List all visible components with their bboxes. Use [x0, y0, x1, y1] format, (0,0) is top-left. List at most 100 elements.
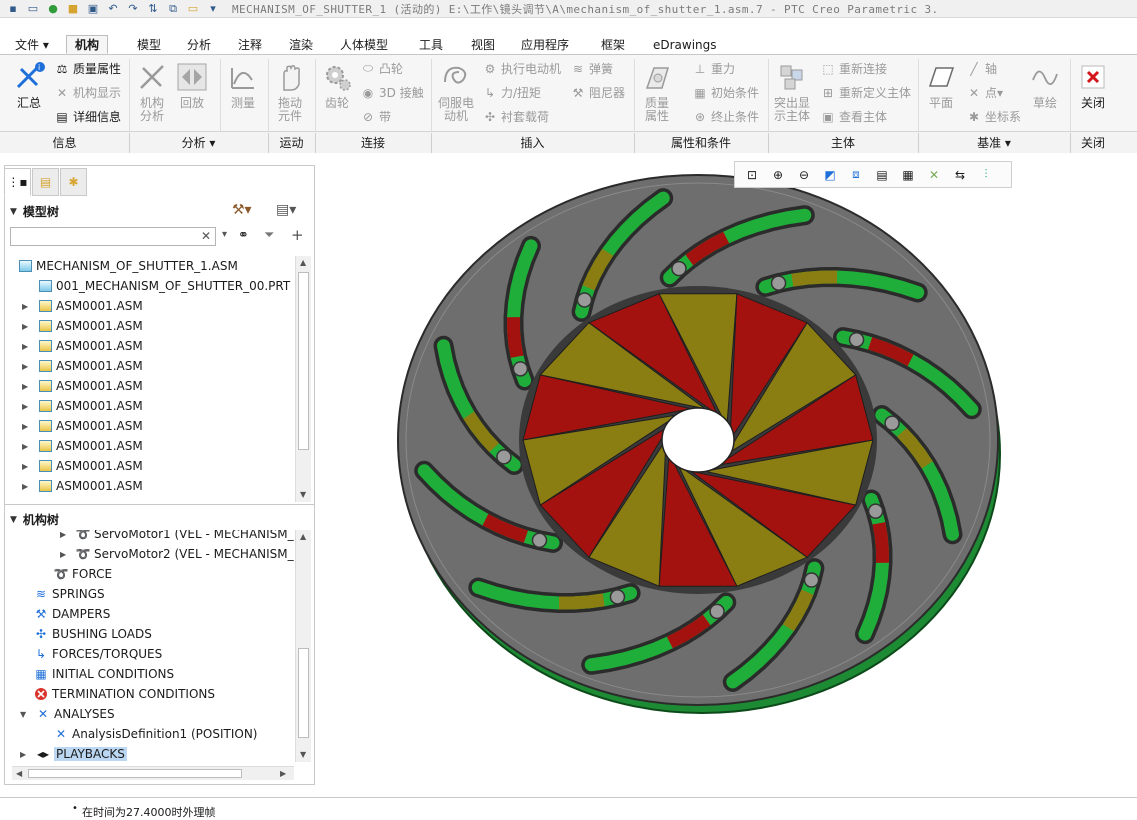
model-tree-search-input[interactable]: ✕ — [10, 227, 216, 246]
tree-item-analysis-definition[interactable]: ✕ AnalysisDefinition1 (POSITION) — [54, 724, 258, 744]
scroll-right-icon[interactable]: ▶ — [280, 769, 286, 778]
favorites-tab[interactable]: ✱ — [60, 168, 87, 196]
zoom-out-icon[interactable]: ⊖ — [791, 164, 817, 186]
filter-icon[interactable]: ⏷ — [264, 228, 274, 243]
expand-icon[interactable]: ▶ — [22, 382, 34, 391]
close-window-icon[interactable]: ▭ — [186, 2, 200, 16]
add-column-icon[interactable]: + — [291, 226, 304, 244]
termination-condition-button[interactable]: ⊛ 终止条件 — [692, 108, 759, 125]
summary-button[interactable]: i 汇总 — [6, 61, 52, 110]
tree-filters-icon[interactable]: ▤▾ — [276, 202, 296, 218]
initial-condition-button[interactable]: ▦ 初始条件 — [692, 84, 759, 101]
expand-icon[interactable]: ▶ — [60, 550, 72, 559]
expand-icon[interactable]: ▶ — [22, 422, 34, 431]
expand-icon[interactable]: ▶ — [22, 362, 34, 371]
panel-divider[interactable] — [5, 504, 314, 505]
tab-analysis[interactable]: 分析 — [178, 35, 220, 54]
expand-icon[interactable]: ▶ — [20, 750, 32, 759]
tree-item-servomotor1[interactable]: ▶➰ServoMotor1 (VEL - MECHANISM_OF_S — [60, 530, 294, 544]
details-button[interactable]: ▤ 详细信息 — [54, 108, 121, 125]
collapse-icon[interactable]: ▼ — [20, 710, 32, 719]
open-globe-icon[interactable]: ● — [46, 2, 60, 16]
highlight-body-button[interactable]: 突出显 示主体 — [769, 61, 815, 123]
tree-item-playbacks[interactable]: ▶ ◂▸ PLAYBACKS — [20, 744, 127, 762]
refit-icon[interactable]: ⊡ — [739, 164, 765, 186]
model-tree-scrollbar[interactable]: ▲ ▼ — [295, 256, 311, 502]
tree-item-root-assembly[interactable]: MECHANISM_OF_SHUTTER_1.ASM — [18, 256, 238, 276]
tab-tools[interactable]: 工具 — [410, 35, 452, 54]
redo-icon[interactable]: ↷ — [126, 2, 140, 16]
mechanism-tree-hscroll-thumb[interactable] — [28, 769, 242, 778]
expand-icon[interactable]: ▶ — [22, 462, 34, 471]
tree-item-termination-conditions[interactable]: TERMINATION CONDITIONS — [34, 684, 215, 704]
graphics-window[interactable] — [318, 153, 1137, 793]
spring-button[interactable]: ≋ 弹簧 — [570, 60, 613, 77]
csys-button[interactable]: ✱ 坐标系 — [966, 108, 1021, 125]
collapse-mechanism-tree-icon[interactable]: ▼ — [10, 515, 17, 525]
save-icon[interactable]: ▣ — [86, 2, 100, 16]
reconnect-button[interactable]: ⬚ 重新连接 — [820, 60, 887, 77]
mechanism-tree-scrollbar[interactable]: ▲ ▼ — [295, 530, 311, 762]
tree-item-initial-conditions[interactable]: ▦ INITIAL CONDITIONS — [34, 664, 174, 684]
bushing-load-button[interactable]: ✣ 衬套载荷 — [482, 108, 549, 125]
mass-properties-big-button[interactable]: 质量 属性 — [634, 61, 680, 123]
tree-item-asm[interactable]: ▶ ASM0001.ASM — [22, 356, 143, 376]
expand-icon[interactable]: ▶ — [22, 482, 34, 491]
force-torque-button[interactable]: ↳ 力/扭矩 — [482, 84, 541, 101]
expand-icon[interactable]: ▶ — [22, 402, 34, 411]
tree-item-part[interactable]: 001_MECHANISM_OF_SHUTTER_00.PRT — [38, 276, 290, 296]
annotation-display-icon[interactable]: ⇆ — [947, 164, 973, 186]
tab-file[interactable]: 文件 ▾ — [6, 35, 58, 54]
expand-icon[interactable]: ▶ — [60, 530, 72, 539]
scroll-down-icon[interactable]: ▼ — [300, 750, 306, 759]
tree-item-analyses[interactable]: ▼ ✕ ANALYSES — [20, 704, 115, 724]
customize-icon[interactable]: ▾ — [206, 2, 220, 16]
tab-view[interactable]: 视图 — [462, 35, 504, 54]
measure-button[interactable]: 测量 — [220, 61, 266, 110]
scroll-up-icon[interactable]: ▲ — [300, 532, 306, 541]
expand-icon[interactable]: ▶ — [22, 342, 34, 351]
model-tree-scroll-thumb[interactable] — [298, 272, 309, 450]
find-binoculars-icon[interactable]: ⚭ — [238, 228, 249, 243]
sketch-button[interactable]: 草绘 — [1022, 61, 1068, 110]
display-style-icon[interactable]: ⧈ — [843, 164, 869, 186]
tab-render[interactable]: 渲染 — [280, 35, 322, 54]
tree-item-asm[interactable]: ▶ ASM0001.ASM — [22, 376, 143, 396]
zoom-in-icon[interactable]: ⊕ — [765, 164, 791, 186]
tree-settings-icon[interactable]: ⚒▾ — [232, 202, 252, 218]
model-tree-header[interactable]: ▼ 模型树 — [10, 203, 59, 220]
tree-item-dampers[interactable]: ⚒ DAMPERS — [34, 604, 111, 624]
tab-framework[interactable]: 框架 — [592, 35, 634, 54]
mechanism-display-button[interactable]: ✕ 机构显示 — [54, 84, 121, 101]
drag-components-button[interactable]: 拖动 元件 — [267, 61, 313, 123]
point-button[interactable]: ✕ 点 ▾ — [966, 84, 1003, 101]
close-mechanism-button[interactable]: 关闭 — [1070, 61, 1116, 110]
tree-item-asm[interactable]: ▶ ASM0001.ASM — [22, 436, 143, 456]
tab-edrawings[interactable]: eDrawings — [644, 35, 726, 54]
tree-item-springs[interactable]: ≋ SPRINGS — [34, 584, 105, 604]
mechanism-tree-scroll-thumb[interactable] — [298, 648, 309, 738]
tree-item-servomotor2[interactable]: ▶➰ServoMotor2 (VEL - MECHANISM_OF_S — [60, 544, 294, 564]
redefine-body-button[interactable]: ⊞ 重新定义主体 — [820, 84, 911, 101]
tree-item-asm[interactable]: ▶ ASM0001.ASM — [22, 336, 143, 356]
view-manager-icon[interactable]: ▦ — [895, 164, 921, 186]
servo-motor-button[interactable]: 伺服电 动机 — [432, 61, 480, 123]
group-analysis[interactable]: 分析 ▾ — [129, 134, 268, 151]
tab-model[interactable]: 模型 — [128, 35, 170, 54]
tree-item-asm[interactable]: ▶ ASM0001.ASM — [22, 476, 143, 496]
cam-button[interactable]: ⬭ 凸轮 — [360, 60, 403, 77]
tree-item-bushing-loads[interactable]: ✣ BUSHING LOADS — [34, 624, 152, 644]
3d-contact-button[interactable]: ◉ 3D 接触 — [360, 84, 424, 101]
search-dropdown-icon[interactable]: ▾ — [222, 229, 227, 240]
collapse-model-tree-icon[interactable]: ▼ — [10, 207, 17, 217]
tree-item-forces-torques[interactable]: ↳ FORCES/TORQUES — [34, 644, 162, 664]
new-file-icon[interactable]: ▭ — [26, 2, 40, 16]
expand-icon[interactable]: ▶ — [22, 302, 34, 311]
expand-icon[interactable]: ▶ — [22, 442, 34, 451]
plane-button[interactable]: 平面 — [918, 61, 964, 110]
mechanism-tree-header[interactable]: ▼ 机构树 — [10, 511, 59, 528]
spin-center-icon[interactable]: ⫶ — [973, 164, 999, 186]
shutter-mechanism-model[interactable] — [318, 153, 1137, 793]
datum-display-icon[interactable]: ✕ — [921, 164, 947, 186]
model-tree-tab[interactable]: ⋮▪ — [4, 168, 31, 196]
